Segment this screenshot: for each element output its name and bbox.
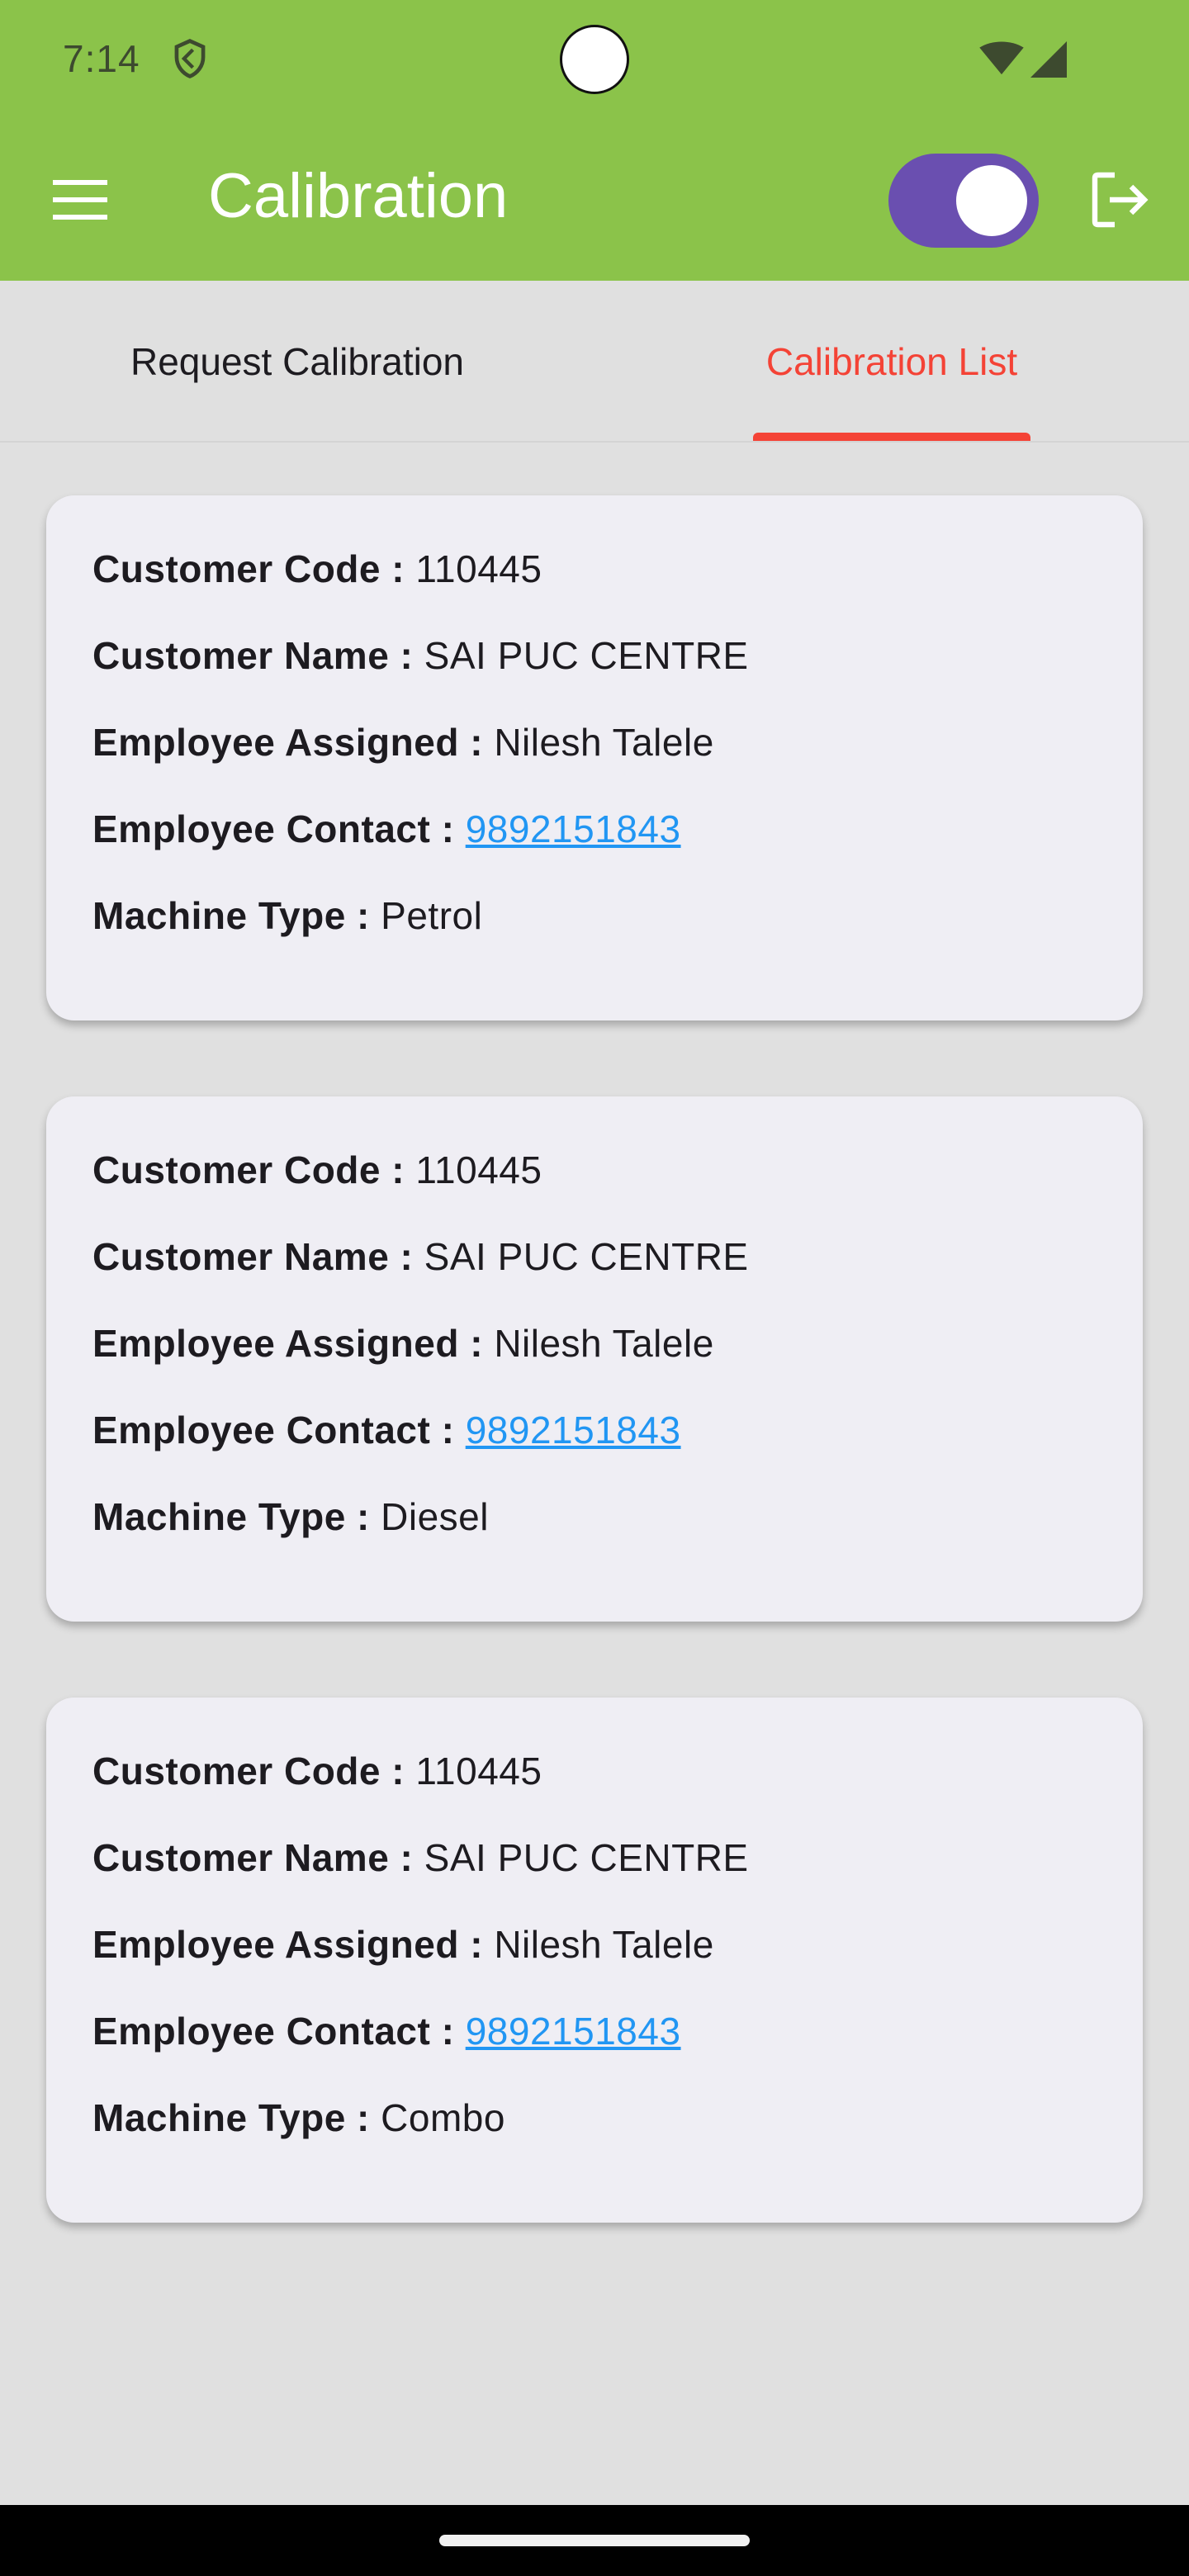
home-gesture-handle[interactable] xyxy=(439,2535,750,2546)
machine-type-label: Machine Type : xyxy=(92,2096,381,2139)
employee-contact-row: Employee Contact : 9892151843 xyxy=(92,1408,681,1452)
machine-type-label: Machine Type : xyxy=(92,1495,381,1538)
customer-code-value: 110445 xyxy=(415,1750,542,1792)
calibration-card[interactable]: Customer Code : 110445 Customer Name : S… xyxy=(46,1096,1143,1622)
tab-selected-indicator xyxy=(753,433,1030,441)
employee-contact-row: Employee Contact : 9892151843 xyxy=(92,807,681,851)
customer-code-label: Customer Code : xyxy=(92,1148,416,1191)
machine-type-value: Diesel xyxy=(381,1495,489,1538)
mode-toggle-switch[interactable] xyxy=(888,154,1039,248)
employee-assigned-value: Nilesh Talele xyxy=(494,721,714,764)
machine-type-row: Machine Type : Petrol xyxy=(92,893,482,938)
employee-contact-link[interactable]: 9892151843 xyxy=(466,2010,681,2053)
logout-icon[interactable] xyxy=(1088,168,1151,231)
page-title: Calibration xyxy=(208,161,509,231)
employee-assigned-row: Employee Assigned : Nilesh Talele xyxy=(92,720,714,765)
shield-icon xyxy=(174,39,206,78)
tab-calibration-list[interactable]: Calibration List xyxy=(710,281,1073,443)
hamburger-menu-icon[interactable] xyxy=(53,177,107,223)
customer-name-label: Customer Name : xyxy=(92,1836,424,1879)
customer-name-row: Customer Name : SAI PUC CENTRE xyxy=(92,1234,749,1279)
customer-code-label: Customer Code : xyxy=(92,547,416,590)
tab-request-calibration[interactable]: Request Calibration xyxy=(66,281,528,443)
app-bar: Calibration xyxy=(0,119,1189,281)
employee-assigned-label: Employee Assigned : xyxy=(92,721,495,764)
customer-code-value: 110445 xyxy=(415,547,542,590)
machine-type-row: Machine Type : Combo xyxy=(92,2095,505,2140)
employee-contact-link[interactable]: 9892151843 xyxy=(466,807,681,850)
customer-code-row: Customer Code : 110445 xyxy=(92,1148,542,1192)
employee-contact-link[interactable]: 9892151843 xyxy=(466,1409,681,1451)
toggle-knob xyxy=(956,165,1027,236)
customer-name-row: Customer Name : SAI PUC CENTRE xyxy=(92,1835,749,1880)
calibration-card[interactable]: Customer Code : 110445 Customer Name : S… xyxy=(46,1698,1143,2223)
machine-type-value: Petrol xyxy=(381,894,483,937)
employee-assigned-value: Nilesh Talele xyxy=(494,1322,714,1365)
cellular-signal-icon xyxy=(1030,41,1067,78)
customer-code-row: Customer Code : 110445 xyxy=(92,547,542,591)
machine-type-row: Machine Type : Diesel xyxy=(92,1494,489,1539)
customer-name-value: SAI PUC CENTRE xyxy=(424,1836,749,1879)
customer-code-row: Customer Code : 110445 xyxy=(92,1749,542,1793)
employee-assigned-label: Employee Assigned : xyxy=(92,1923,495,1966)
tab-bar: Request Calibration Calibration List xyxy=(0,281,1189,443)
calibration-card[interactable]: Customer Code : 110445 Customer Name : S… xyxy=(46,495,1143,1020)
status-bar: 7:14 xyxy=(0,0,1189,119)
machine-type-label: Machine Type : xyxy=(92,894,381,937)
employee-assigned-row: Employee Assigned : Nilesh Talele xyxy=(92,1922,714,1967)
customer-name-label: Customer Name : xyxy=(92,634,424,677)
employee-assigned-value: Nilesh Talele xyxy=(494,1923,714,1966)
machine-type-value: Combo xyxy=(381,2096,505,2139)
customer-name-value: SAI PUC CENTRE xyxy=(424,1235,749,1278)
customer-code-label: Customer Code : xyxy=(92,1750,416,1792)
customer-name-row: Customer Name : SAI PUC CENTRE xyxy=(92,633,749,678)
employee-contact-label: Employee Contact : xyxy=(92,2010,466,2053)
customer-name-label: Customer Name : xyxy=(92,1235,424,1278)
customer-code-value: 110445 xyxy=(415,1148,542,1191)
employee-contact-row: Employee Contact : 9892151843 xyxy=(92,2009,681,2053)
employee-contact-label: Employee Contact : xyxy=(92,1409,466,1451)
employee-contact-label: Employee Contact : xyxy=(92,807,466,850)
status-time: 7:14 xyxy=(63,37,140,80)
customer-name-value: SAI PUC CENTRE xyxy=(424,634,749,677)
system-navigation-bar xyxy=(0,2505,1189,2576)
wifi-icon xyxy=(979,41,1024,75)
camera-cutout xyxy=(560,25,629,94)
employee-assigned-row: Employee Assigned : Nilesh Talele xyxy=(92,1321,714,1366)
employee-assigned-label: Employee Assigned : xyxy=(92,1322,495,1365)
